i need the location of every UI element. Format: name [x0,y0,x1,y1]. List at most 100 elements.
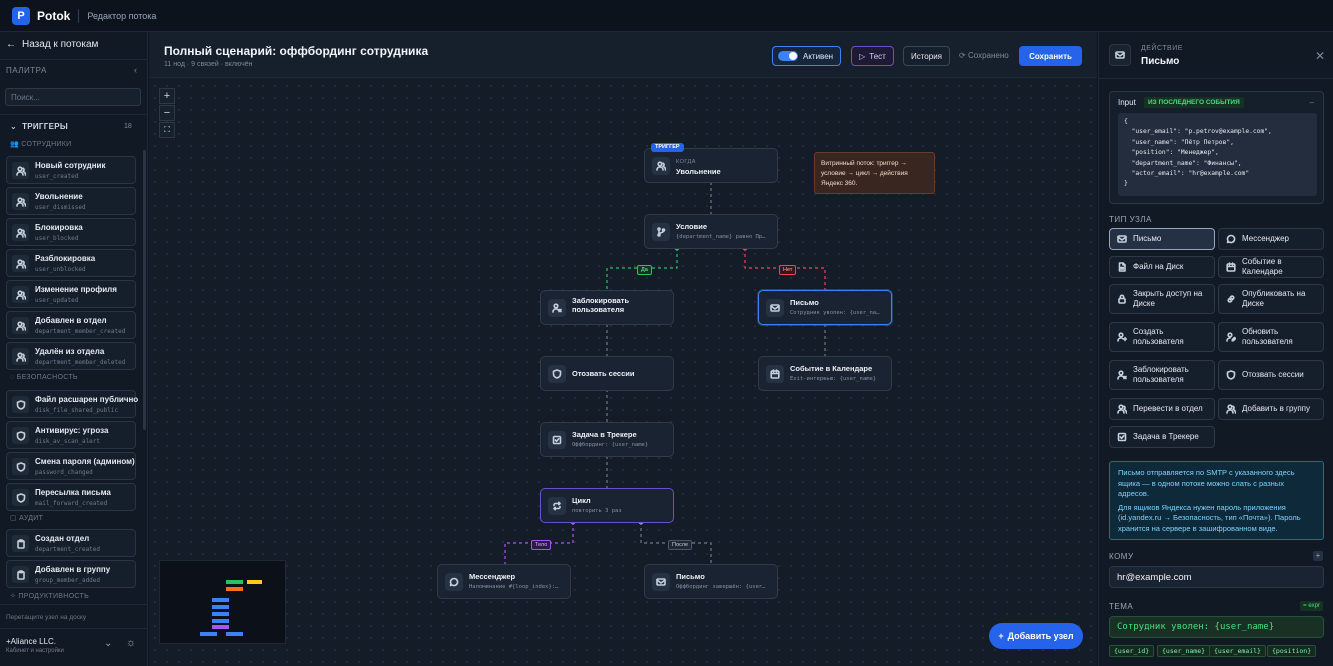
chevron-down-icon[interactable]: ⌄ [104,638,112,649]
palette-item[interactable]: Изменение профиля user_updated [6,280,136,308]
node-type-option[interactable]: Событие в Календаре [1218,256,1324,278]
expr-badge[interactable]: = expr [1300,601,1323,611]
app-logo: P [12,6,30,25]
node-title: Письмо [676,572,705,581]
variable-chip[interactable]: {user_name} [1157,645,1211,657]
arrow-left-icon: ← [6,39,16,50]
mail-icon [652,573,670,591]
brand-name: Potok [37,8,71,23]
palette-item[interactable]: Добавлен в отдел department_member_creat… [6,311,136,339]
user-block-icon [548,299,566,317]
file-icon [1118,262,1126,272]
node-type-option[interactable]: Задача в Трекере [1109,426,1215,448]
palette-item[interactable]: Файл расшарен публично disk_file_shared_… [6,390,138,418]
node-sub: Exit-интервью: {user_name} [790,376,877,382]
palette-item[interactable]: Удалён из отдела department_member_delet… [6,342,136,370]
palette-item[interactable]: Увольнение user_dismissed [6,187,136,215]
node-calendar-event[interactable]: Событие в Календаре Exit-интервью: {user… [758,356,892,391]
palette-item[interactable]: Добавлен в группу group_member_added [6,560,136,588]
palette-item[interactable]: Смена пароля (админом) password_changed [6,452,136,480]
node-trigger[interactable]: ТРИГГЕР КОГДА Увольнение [644,143,778,183]
node-title: Задача в Трекере [572,430,637,439]
add-recipient-button[interactable]: + [1313,551,1323,561]
node-type-option[interactable]: Закрыть доступ на Диске [1109,284,1215,314]
node-block-user[interactable]: Заблокировать пользователя [540,290,674,325]
node-tracker-task[interactable]: Задача в Трекере Оффбординг: {user_name} [540,422,674,457]
smtp-info-box: Письмо отправляется по SMTP с указанного… [1109,461,1324,540]
palette-item-code: user_updated [35,297,79,304]
node-type-option[interactable]: Перевести в отдел [1109,398,1215,420]
palette-item-name: Разблокировка [35,254,96,263]
palette-item[interactable]: Разблокировка user_unblocked [6,249,136,277]
add-node-button[interactable]: + Добавить узел [989,623,1083,649]
users-icon [12,255,29,272]
node-type-label: Файл на Диск [1133,262,1184,271]
node-type-option[interactable]: Файл на Диск [1109,256,1215,278]
shield-icon [548,365,566,383]
node-type-option[interactable]: Опубликовать на Диске [1218,284,1324,314]
palette-item[interactable]: Антивирус: угроза disk_av_scan_alert [6,421,136,449]
node-type-option[interactable]: Мессенджер [1218,228,1324,250]
org-name[interactable]: +Aliance LLC. [6,637,56,646]
node-type-option[interactable]: Заблокировать пользователя [1109,360,1215,390]
repeat-icon [548,497,566,515]
node-type-option[interactable]: Создать пользователя [1109,322,1215,352]
node-type-label: Перевести в отдел [1133,404,1203,413]
triggers-section-header[interactable]: ⌄ ТРИГГЕРЫ [10,122,68,131]
close-icon[interactable]: ✕ [1315,49,1325,63]
node-sub: Оффбординг завершён: {user… [676,584,766,590]
node-type-label: Событие в Календаре [1242,257,1283,276]
input-source-badge: ИЗ ПОСЛЕДНЕГО СОБЫТИЯ [1144,97,1244,108]
node-mail-final[interactable]: Письмо Оффбординг завершён: {user… [644,564,778,599]
variable-chip[interactable]: {user_id} [1109,645,1155,657]
node-loop[interactable]: Цикл повторить 3 раз [540,488,674,523]
shield-icon [12,396,29,413]
node-type-label: Письмо [1133,234,1162,243]
node-condition[interactable]: Условие {department_name} равно Пр… [644,214,778,249]
subject-input[interactable]: Сотрудник уволен: {user_name} [1109,616,1324,638]
palette-item-name: Увольнение [35,192,83,201]
sticky-note[interactable]: Витринный поток: триггер → условие → цик… [814,152,935,194]
to-input[interactable]: hr@example.com [1109,566,1324,588]
collapse-icon[interactable]: ‹ [134,65,137,75]
variable-chip[interactable]: {position} [1267,645,1317,657]
palette-item-name: Блокировка [35,223,83,232]
palette-item-code: user_dismissed [35,204,86,211]
add-node-label: Добавить узел [1007,631,1074,641]
node-sub: повторить 3 раз [572,508,622,514]
palette-item[interactable]: Блокировка user_blocked [6,218,136,246]
edge-label-after: После [668,540,693,550]
node-title: Заблокировать пользователя [572,296,630,314]
node-messenger[interactable]: Мессенджер Напоминание #{loop_index}:… [437,564,571,599]
palette-search-input[interactable]: Поиск... [5,88,141,106]
clipboard-icon [12,535,29,552]
palette-item-name: Создан отдел [35,534,90,543]
node-type-option[interactable]: Добавить в группу [1218,398,1324,420]
palette-item[interactable]: Новый сотрудник user_created [6,156,136,184]
palette-item[interactable]: Создан отдел department_created [6,529,136,557]
triggers-count: 18 [124,123,132,130]
collapse-dash[interactable]: – [1310,98,1314,107]
palette-scrollbar[interactable] [143,150,146,430]
node-title: Письмо [790,298,819,307]
minimap[interactable] [159,560,286,644]
input-label: Input [1118,98,1136,107]
users-icon [12,286,29,303]
palette-item[interactable]: Пересылка письма mail_forward_created [6,483,136,511]
flow-canvas[interactable]: Полный сценарий: оффбординг сотрудника 1… [149,32,1097,666]
node-revoke-sessions[interactable]: Отозвать сессии [540,356,674,391]
node-type-option[interactable]: Обновить пользователя [1218,322,1324,352]
node-mail-selected[interactable]: Письмо Сотрудник уволен: {user_na… [758,290,892,325]
top-bar: P Potok Редактор потока [0,0,1333,32]
shield-icon [12,427,29,444]
node-type-option[interactable]: Отозвать сессии [1218,360,1324,390]
to-label: КОМУ [1109,552,1134,561]
variable-chip[interactable]: {user_email} [1209,645,1266,657]
theme-sun-icon[interactable]: ☼ [126,637,136,649]
node-type-label: ТИП УЗЛА [1109,215,1152,224]
node-type-option[interactable]: Письмо [1109,228,1215,250]
minimap-svg [200,580,262,636]
back-to-flows-link[interactable]: ← Назад к потокам [6,39,98,50]
palette-item-code: user_created [35,173,79,180]
input-preview: Input ИЗ ПОСЛЕДНЕГО СОБЫТИЯ – { "user_em… [1109,91,1324,204]
